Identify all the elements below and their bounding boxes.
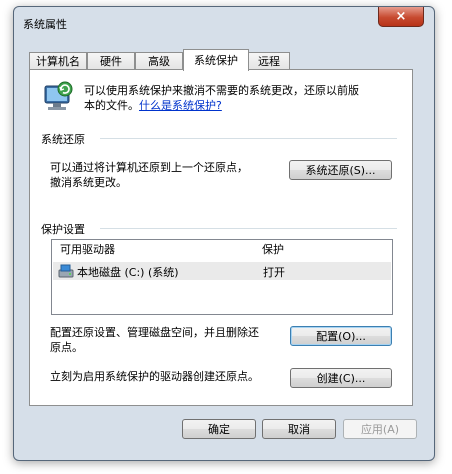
create-desc: 立刻为启用系统保护的驱动器创建还原点。 (50, 370, 259, 383)
intro-line-2-prefix: 本的文件。 (84, 99, 139, 112)
column-header-protection[interactable]: 保护 (262, 240, 284, 259)
close-icon: × (395, 9, 407, 24)
config-desc-line-1: 配置还原设置、管理磁盘空间，并且删除还 (50, 326, 259, 339)
drive-protection-status: 打开 (263, 266, 285, 279)
config-desc-line-2: 原点。 (50, 341, 83, 354)
ok-button[interactable]: 确定 (182, 419, 256, 439)
apply-button[interactable]: 应用(A) (343, 419, 417, 439)
close-button[interactable]: × (378, 7, 424, 27)
tab-system-protection[interactable]: 系统保护 (183, 49, 249, 71)
protection-settings-heading: 保护设置 (41, 223, 85, 236)
create-button[interactable]: 创建(C)... (290, 368, 392, 388)
what-is-system-protection-link[interactable]: 什么是系统保护? (139, 99, 222, 112)
group-divider (100, 138, 397, 139)
group-divider (100, 228, 397, 229)
intro-line-2: 本的文件。什么是系统保护? (84, 97, 222, 113)
tab-panel (29, 69, 413, 406)
system-restore-button[interactable]: 系统还原(S)... (289, 160, 392, 180)
column-header-drives[interactable]: 可用驱动器 (60, 240, 115, 259)
table-row[interactable]: 本地磁盘 (C:) (系统) 打开 (53, 262, 391, 280)
drive-name: 本地磁盘 (C:) (系统) (77, 266, 179, 279)
drive-icon (58, 264, 74, 278)
restore-desc-line-2: 撤消系统更改。 (50, 176, 127, 189)
restore-desc-line-1: 可以通过将计算机还原到上一个还原点， (50, 161, 248, 174)
cancel-button[interactable]: 取消 (262, 419, 336, 439)
drive-list[interactable]: 可用驱动器 保护 本地磁盘 (C:) (系统) 打开 (51, 239, 393, 315)
configure-button[interactable]: 配置(O)... (290, 326, 392, 346)
window-title: 系统属性 (23, 18, 67, 31)
system-protection-icon (39, 80, 73, 112)
system-restore-heading: 系统还原 (41, 133, 85, 146)
intro-line-1: 可以使用系统保护来撤消不需要的系统更改，还原以前版 (84, 84, 359, 97)
